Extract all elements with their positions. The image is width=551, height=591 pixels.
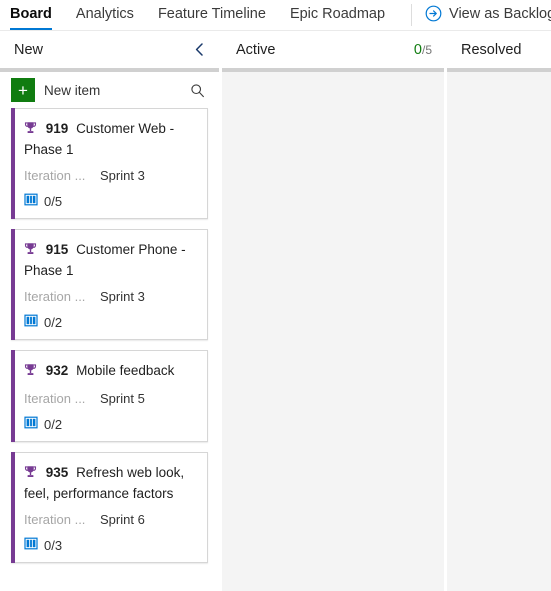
card-id: 932	[45, 363, 69, 378]
card-child-count: 0/2	[24, 314, 197, 330]
column-body-resolved[interactable]	[447, 68, 551, 591]
new-item-label: New item	[44, 82, 101, 98]
card-id: 919	[45, 121, 69, 136]
card-id: 915	[45, 242, 69, 257]
card-id: 935	[45, 465, 69, 480]
view-as-backlog-label: View as Backlog	[449, 5, 551, 22]
tab-analytics-label: Analytics	[75, 6, 134, 22]
board-card[interactable]: 919 Customer Web - Phase 1 Iteration ...…	[11, 108, 208, 219]
card-field-value: Sprint 3	[100, 168, 145, 183]
column-wip-current: 0	[413, 41, 422, 58]
trophy-icon	[24, 465, 37, 484]
column-header-active: Active 0/5	[222, 31, 444, 68]
trophy-icon	[24, 121, 37, 140]
tab-analytics[interactable]: Analytics	[64, 0, 146, 31]
tab-feature-timeline[interactable]: Feature Timeline	[146, 0, 278, 31]
column-body-new: + New item 919 Customer Web - Phase 1 It…	[0, 68, 219, 591]
column-wip-max: /5	[421, 42, 432, 57]
tab-feature-timeline-label: Feature Timeline	[157, 6, 266, 22]
card-field-label: Iteration ...	[24, 289, 86, 304]
chevron-left-icon[interactable]	[191, 42, 207, 58]
board-column-new: New + New item 919 Customer Web - Phase …	[0, 31, 219, 591]
card-child-count: 0/3	[24, 537, 197, 553]
toolbar-divider	[411, 4, 413, 26]
book-icon	[24, 314, 38, 330]
card-title-row: 919 Customer Web - Phase 1	[24, 119, 197, 159]
card-field-iteration: Iteration ... Sprint 6	[24, 512, 197, 527]
tab-epic-roadmap[interactable]: Epic Roadmap	[278, 0, 397, 31]
card-child-count: 0/5	[24, 193, 197, 209]
tab-epic-roadmap-label: Epic Roadmap	[289, 6, 386, 22]
book-icon	[24, 537, 38, 553]
card-list: 919 Customer Web - Phase 1 Iteration ...…	[0, 108, 219, 563]
trophy-icon	[24, 242, 37, 261]
new-item-toolbar: + New item	[0, 72, 219, 108]
view-tab-bar: Board Analytics Feature Timeline Epic Ro…	[0, 0, 551, 31]
card-title-row: 915 Customer Phone - Phase 1	[24, 240, 197, 280]
card-field-iteration: Iteration ... Sprint 3	[24, 168, 197, 183]
column-wip-limit: 0/5	[414, 42, 432, 58]
board-column-active: Active 0/5	[222, 31, 444, 591]
new-item-button[interactable]: + New item	[11, 78, 109, 102]
board-card[interactable]: 932 Mobile feedback Iteration ... Sprint…	[11, 350, 208, 442]
book-icon	[24, 193, 38, 209]
card-title: Mobile feedback	[76, 363, 175, 378]
card-child-count: 0/2	[24, 416, 197, 432]
card-field-iteration: Iteration ... Sprint 5	[24, 391, 197, 406]
board-card[interactable]: 915 Customer Phone - Phase 1 Iteration .…	[11, 229, 208, 340]
card-field-label: Iteration ...	[24, 391, 86, 406]
search-icon[interactable]	[187, 80, 207, 100]
card-title-row: 932 Mobile feedback	[24, 361, 197, 382]
column-title-active: Active	[236, 41, 276, 58]
column-title-new: New	[14, 41, 44, 58]
board-column-resolved: Resolved	[447, 31, 551, 591]
card-child-count-label: 0/5	[44, 193, 63, 209]
card-child-count-label: 0/2	[44, 314, 63, 330]
card-title-row: 935 Refresh web look, feel, performance …	[24, 463, 197, 503]
card-field-value: Sprint 3	[100, 289, 145, 304]
card-field-label: Iteration ...	[24, 512, 86, 527]
tab-board[interactable]: Board	[0, 0, 64, 31]
trophy-icon	[24, 363, 37, 382]
book-icon	[24, 416, 38, 432]
view-as-backlog-button[interactable]: View as Backlog	[425, 0, 551, 30]
kanban-board: New + New item 919 Customer Web - Phase …	[0, 31, 551, 591]
column-header-resolved: Resolved	[447, 31, 551, 68]
column-title-resolved: Resolved	[461, 41, 522, 58]
card-field-label: Iteration ...	[24, 168, 86, 183]
card-field-value: Sprint 6	[100, 512, 145, 527]
card-child-count-label: 0/3	[44, 537, 63, 553]
card-field-iteration: Iteration ... Sprint 3	[24, 289, 197, 304]
card-child-count-label: 0/2	[44, 416, 63, 432]
circle-arrow-right-icon	[425, 5, 442, 22]
column-header-new: New	[0, 31, 219, 68]
board-card[interactable]: 935 Refresh web look, feel, performance …	[11, 452, 208, 563]
column-body-active[interactable]	[222, 68, 444, 591]
card-field-value: Sprint 5	[100, 391, 145, 406]
tab-board-label: Board	[10, 6, 52, 22]
plus-icon: +	[11, 78, 35, 102]
